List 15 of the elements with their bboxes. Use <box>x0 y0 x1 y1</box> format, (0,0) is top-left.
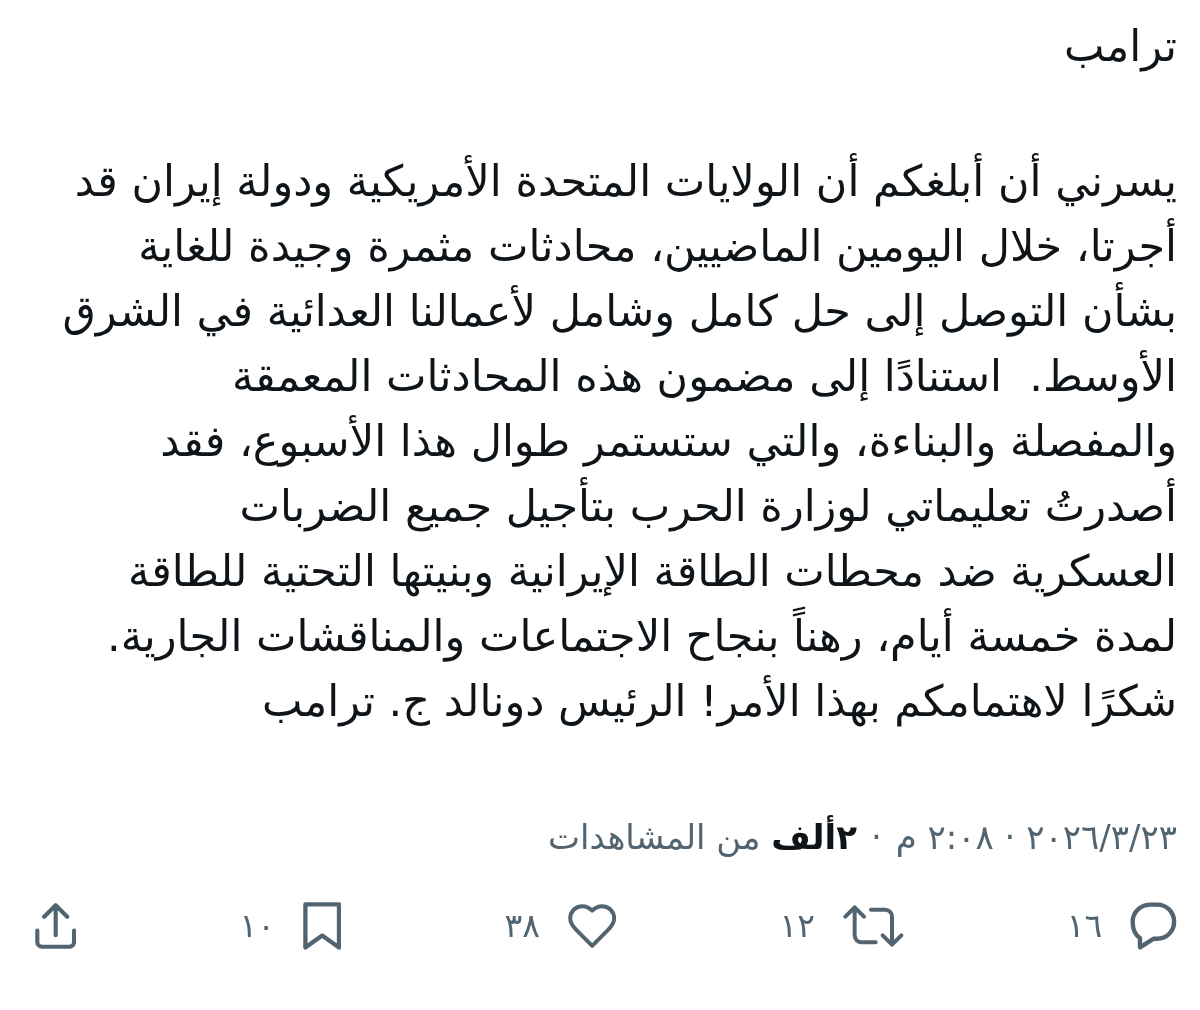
bookmark-icon <box>303 902 342 950</box>
reply-button[interactable]: ١٦ <box>1066 902 1177 950</box>
share-icon <box>35 903 77 949</box>
like-button[interactable]: ٣٨ <box>504 902 617 950</box>
retweet-button[interactable]: ١٢ <box>779 902 904 950</box>
bookmark-button[interactable]: ١٠ <box>239 902 342 950</box>
tweet-heading: ترامب <box>1064 20 1177 74</box>
repost-arrows-icon <box>842 905 904 947</box>
heart-icon <box>568 904 617 948</box>
speech-bubble-icon <box>1130 902 1177 950</box>
meta-separator: · <box>870 816 882 859</box>
timestamp-link[interactable]: ٢٠٢٦/٣/٢٣ · ٢:٠٨ م <box>895 814 1177 860</box>
share-button[interactable] <box>35 903 77 949</box>
view-count: ٢ألف من المشاهدات <box>548 814 857 859</box>
tweet-text: يسرني أن أبلغكم أن الولايات المتحدة الأمريكية ودولة إيران قد أجرتا، خلال اليومين الماضيين، محادثات مثمرة وجيدة للغاية بشأن التوصل إلى حل كامل وشامل لأعمالنا العدائية في الشرق الأوسط. استنادًا إلى مضمون هذه المحادثات المعمقة والمفصلة والبناءة، والتي ستستمر طوال هذا الأسبوع، فقد أصدرتُ تعليماتي لوزارة الحرب بتأجيل جميع الضربات العسكرية ضد محطات الطاقة الإيرانية وبنيتها التحتية للطاقة لمدة خمسة أيام، رهناً بنجاح الاجتماعات والمناقشات الجارية. شكرًا لاهتمامكم بهذا الأمر! الرئيس دونالد ج. ترامب <box>62 149 1177 734</box>
